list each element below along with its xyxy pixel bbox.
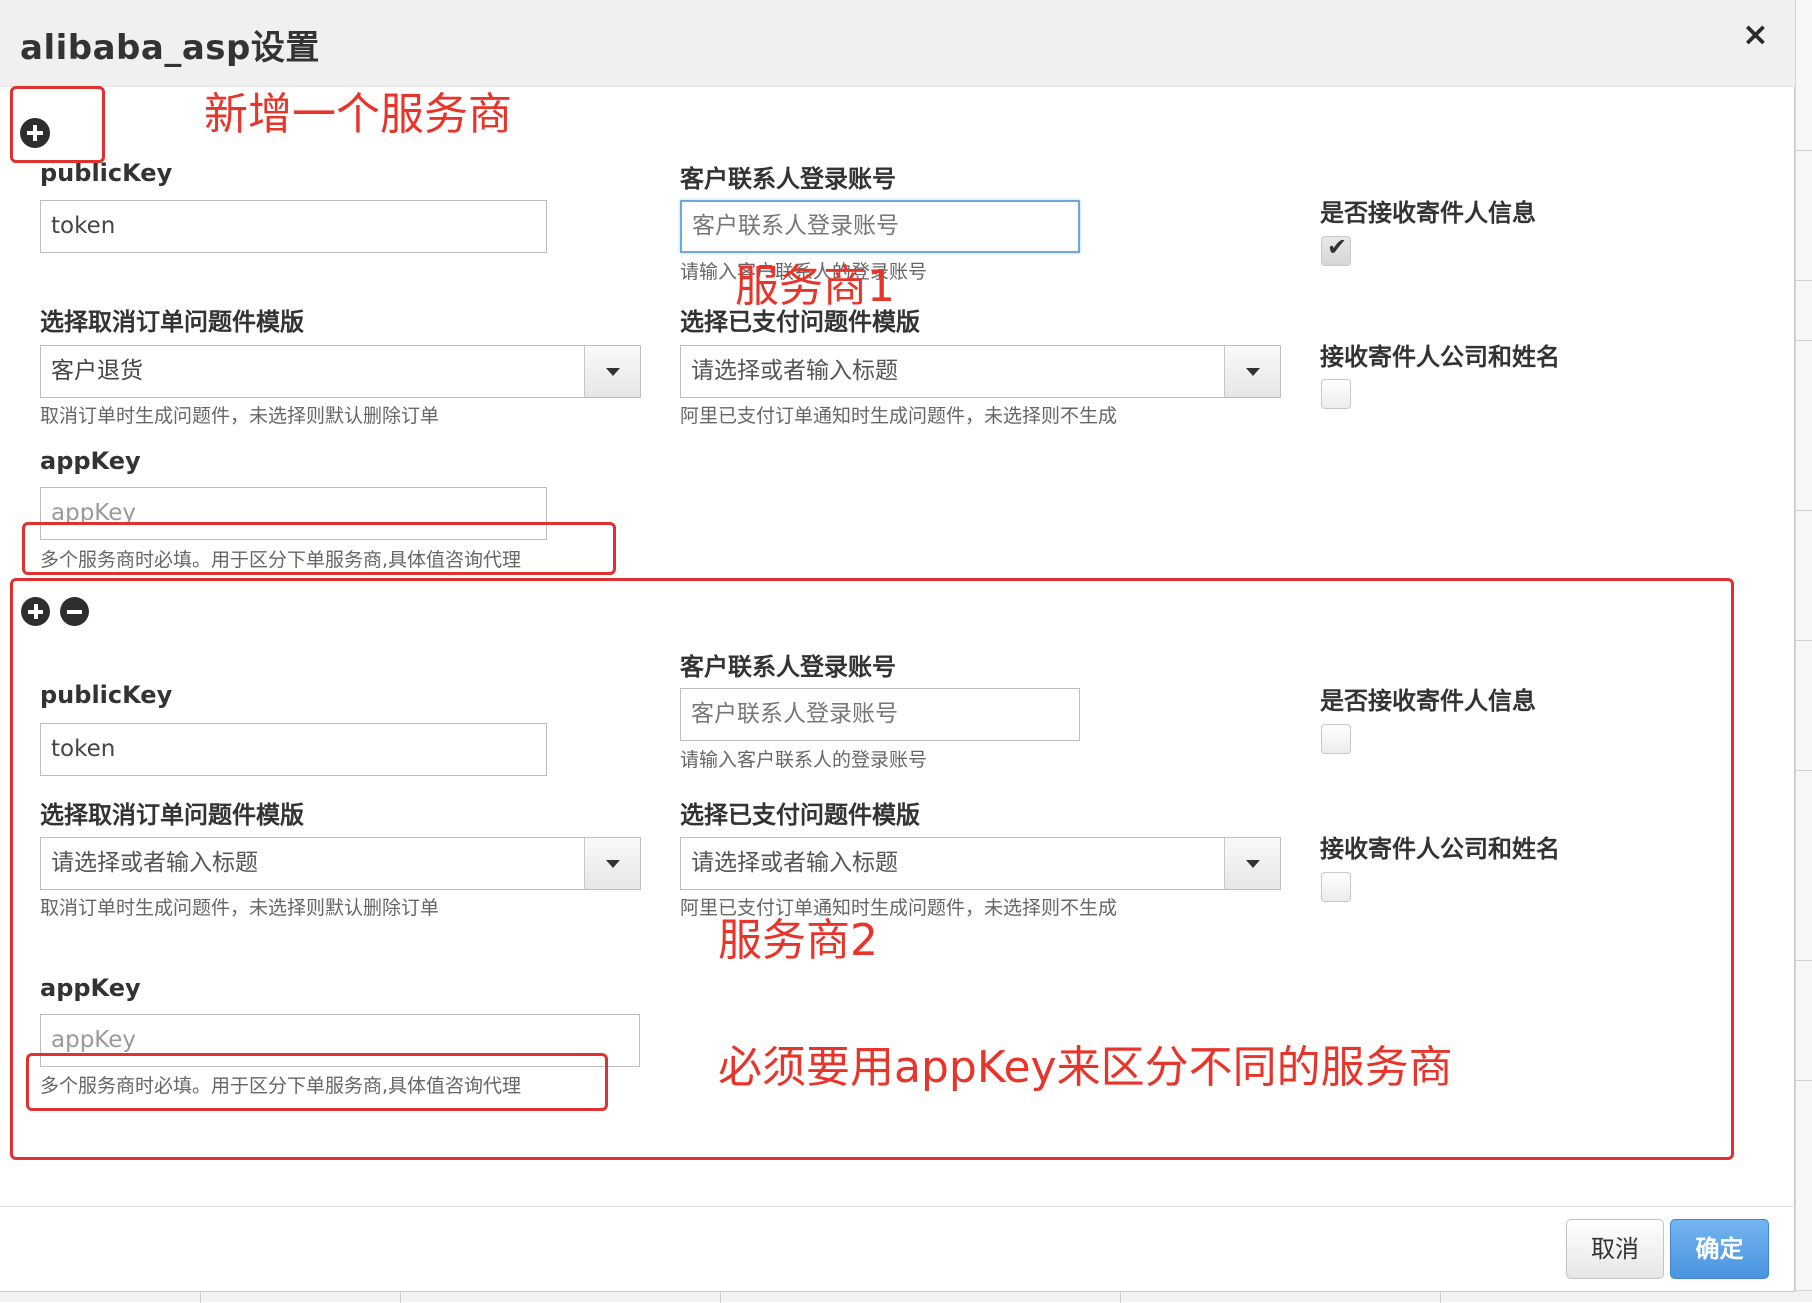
cancel-template-label: 选择取消订单问题件模版 <box>40 308 304 336</box>
caret-down-icon <box>1246 368 1260 376</box>
background-divider <box>1440 1291 1441 1303</box>
app-key-label: appKey <box>40 447 141 475</box>
background-divider <box>1796 150 1812 151</box>
annotation-box-add <box>10 86 105 163</box>
footer-divider <box>0 1206 1795 1207</box>
contact-account-label: 客户联系人登录账号 <box>680 165 896 193</box>
cancel-template-value: 客户退货 <box>51 358 143 384</box>
contact-account-input[interactable]: 客户联系人登录账号 <box>680 200 1080 253</box>
receive-company-checkbox[interactable] <box>1321 379 1351 409</box>
background-divider <box>1796 640 1812 641</box>
dialog-header: alibaba_asp设置 × <box>0 0 1795 87</box>
background-divider <box>1120 1291 1121 1303</box>
background-divider <box>200 1291 201 1303</box>
dialog-title: alibaba_asp设置 <box>20 28 320 68</box>
background-divider <box>1796 960 1812 961</box>
receive-sender-checkbox[interactable]: ✔ <box>1321 233 1351 266</box>
paid-template-value: 请选择或者输入标题 <box>691 358 898 384</box>
background-divider <box>1796 770 1812 771</box>
background-divider <box>1796 1080 1812 1081</box>
annotation-box-appkey-2 <box>26 1053 608 1111</box>
background-divider <box>1796 340 1812 341</box>
annotation-add-provider: 新增一个服务商 <box>204 89 512 140</box>
cancel-template-help: 取消订单时生成问题件，未选择则默认删除订单 <box>40 405 440 427</box>
check-icon: ✔ <box>1327 233 1348 261</box>
cancel-template-select[interactable]: 客户退货 <box>40 345 641 398</box>
annotation-provider-1: 服务商1 <box>735 261 895 312</box>
dropdown-button[interactable] <box>1224 346 1280 397</box>
annotation-box-appkey-1 <box>22 522 616 575</box>
background-divider <box>720 1291 721 1303</box>
public-key-input[interactable]: token <box>40 200 547 253</box>
receive-company-label: 接收寄件人公司和姓名 <box>1320 343 1560 371</box>
background-divider <box>400 1291 401 1303</box>
cancel-button[interactable]: 取消 <box>1566 1219 1664 1279</box>
confirm-button[interactable]: 确定 <box>1670 1219 1769 1279</box>
dropdown-button[interactable] <box>584 346 640 397</box>
annotation-appkey-note: 必须要用appKey来区分不同的服务商 <box>718 1042 1453 1093</box>
receive-sender-label: 是否接收寄件人信息 <box>1320 199 1536 227</box>
public-key-label: publicKey <box>40 159 173 187</box>
paid-template-select[interactable]: 请选择或者输入标题 <box>680 345 1281 398</box>
close-icon[interactable]: × <box>1742 18 1769 50</box>
background-divider <box>1796 510 1812 511</box>
background-divider <box>1796 280 1812 281</box>
paid-template-help: 阿里已支付订单通知时生成问题件，未选择则不生成 <box>680 405 1118 427</box>
caret-down-icon <box>606 368 620 376</box>
background-page-edge <box>1795 0 1812 1302</box>
annotation-provider-2: 服务商2 <box>718 915 878 966</box>
